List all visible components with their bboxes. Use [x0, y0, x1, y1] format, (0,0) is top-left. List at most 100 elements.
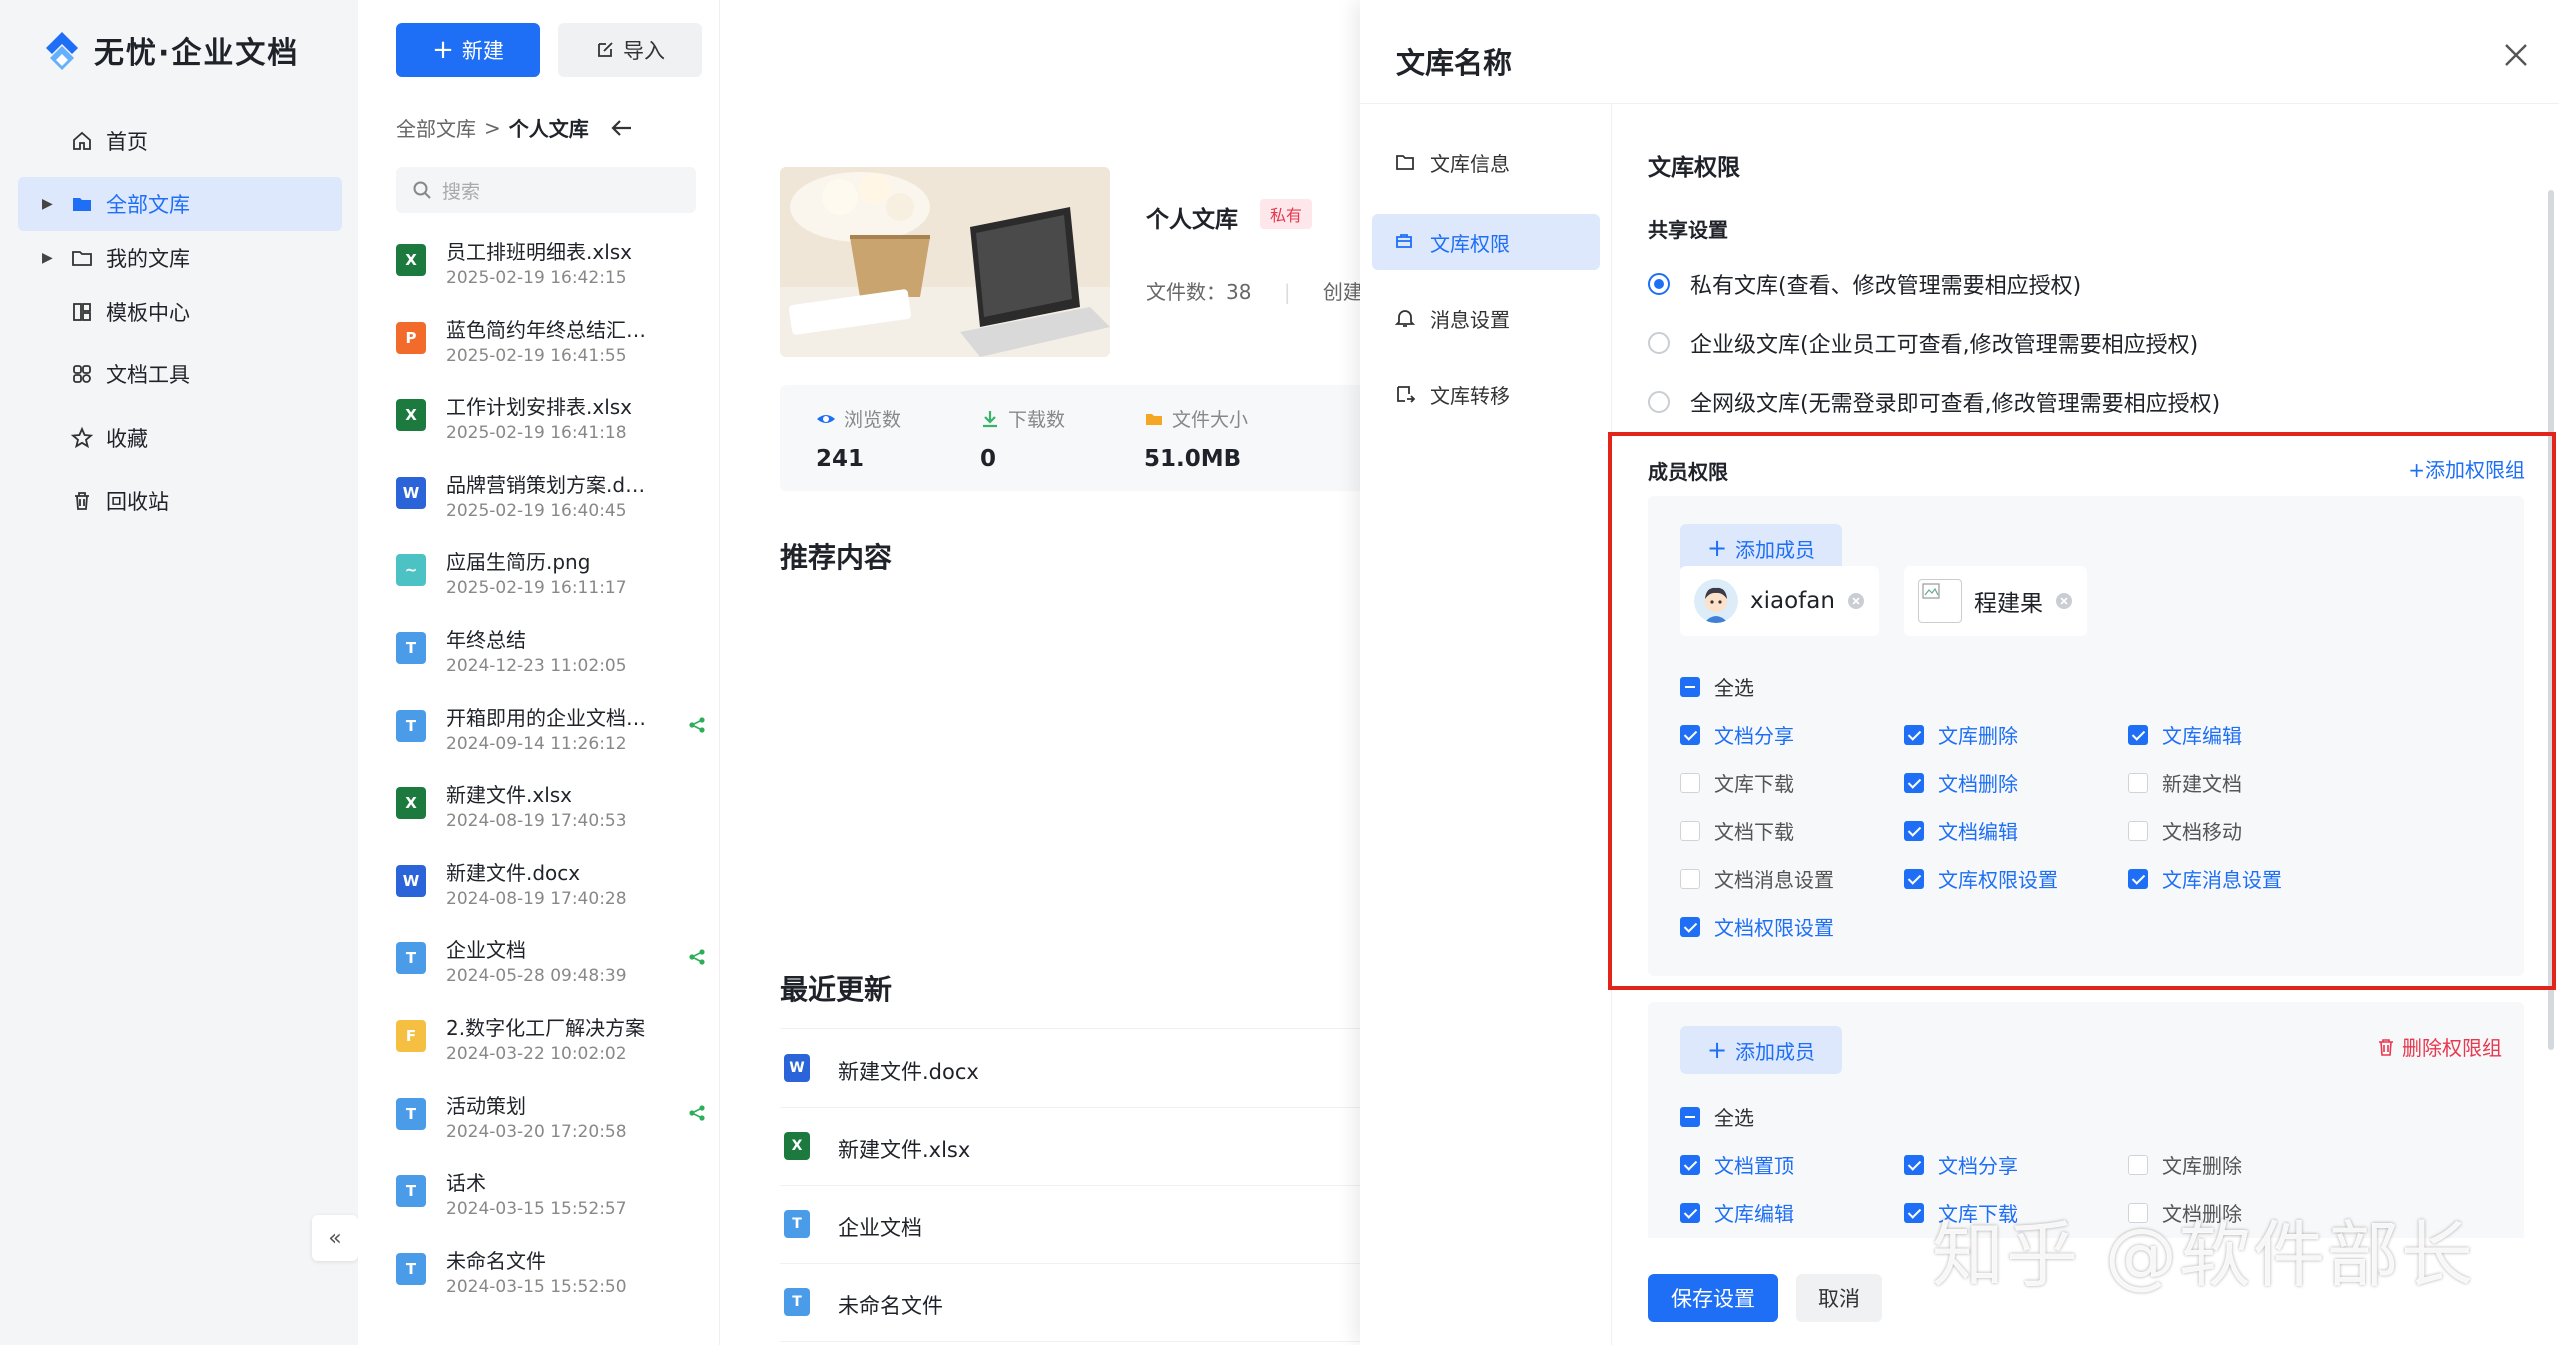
stat-label: 浏览数	[844, 409, 902, 431]
caret-right-icon[interactable]: ▶	[42, 196, 53, 212]
new-button[interactable]: + 新建	[396, 23, 540, 77]
file-list-item[interactable]: W 品牌营销策划方案.docx 2025-02-19 16:40:45	[396, 465, 696, 537]
checkbox-box[interactable]	[2128, 868, 2148, 889]
app-logo[interactable]: 无忧·企业文档	[40, 28, 299, 72]
collapse-sidebar-button[interactable]: «	[312, 1215, 358, 1261]
checkbox-box[interactable]	[1904, 724, 1924, 745]
menu-library-permission[interactable]: 文库权限	[1372, 214, 1600, 270]
radio-dot[interactable]	[1648, 273, 1670, 295]
remove-member-icon[interactable]	[2055, 592, 2073, 610]
checkbox-box[interactable]	[1904, 1154, 1924, 1175]
import-button[interactable]: 导入	[558, 23, 702, 77]
close-icon[interactable]	[2501, 40, 2531, 70]
select-all-checkbox[interactable]: 全选	[1680, 672, 1754, 701]
watermark: 知乎 @软件部长	[1932, 1213, 2475, 1297]
breadcrumb-root[interactable]: 全部文库	[396, 113, 476, 142]
cancel-button[interactable]: 取消	[1796, 1274, 1882, 1322]
permission-checkbox[interactable]: 文档编辑	[1904, 816, 2018, 845]
checkbox-box[interactable]	[1904, 772, 1924, 793]
nav-item-home[interactable]: 首页	[18, 114, 342, 168]
nav-item-templates[interactable]: 模板中心	[18, 285, 342, 339]
file-list-item[interactable]: P 蓝色简约年终总结汇报.pptx 2025-02-19 16:41:55	[396, 310, 696, 382]
file-list-item[interactable]: W 新建文件.docx 2024-08-19 17:40:28	[396, 853, 696, 925]
nav-item-all-libraries[interactable]: ▶ 全部文库	[18, 177, 342, 231]
share-icon[interactable]	[688, 716, 706, 734]
add-member-button[interactable]: + 添加成员	[1680, 1026, 1842, 1074]
file-list-item[interactable]: ~ 应届生简历.png 2025-02-19 16:11:17	[396, 542, 696, 614]
permission-checkbox[interactable]: 文库消息设置	[2128, 864, 2282, 893]
checkbox-box[interactable]	[1680, 916, 1700, 937]
caret-right-icon[interactable]: ▶	[42, 250, 53, 266]
checkbox-box[interactable]	[2128, 772, 2148, 793]
file-list-item[interactable]: X 工作计划安排表.xlsx 2025-02-19 16:41:18	[396, 387, 696, 459]
file-list-item[interactable]: T 开箱即用的企业文档管理系统 2024-09-14 11:26:12	[396, 698, 705, 770]
share-icon[interactable]	[688, 948, 706, 966]
menu-library-info[interactable]: 文库信息	[1372, 134, 1600, 190]
radio-private-library[interactable]: 私有文库(查看、修改管理需要相应授权)	[1648, 268, 2081, 300]
file-list-item[interactable]: X 员工排班明细表.xlsx 2025-02-19 16:42:15	[396, 232, 696, 304]
permission-checkbox[interactable]: 文档置顶	[1680, 1150, 1794, 1179]
file-list-item[interactable]: T 未命名文件 2024-03-15 15:52:50	[396, 1241, 696, 1313]
menu-library-transfer[interactable]: 文库转移	[1372, 366, 1600, 422]
checkbox-box[interactable]	[1904, 820, 1924, 841]
search-input[interactable]: 搜索	[396, 167, 696, 213]
file-list-item[interactable]: X 新建文件.xlsx 2024-08-19 17:40:53	[396, 775, 696, 847]
file-list-item[interactable]: F 2.数字化工厂解决方案 2024-03-22 10:02:02	[396, 1008, 696, 1080]
permission-checkbox[interactable]: 文库删除	[1904, 720, 2018, 749]
file-list-item[interactable]: T 年终总结 2024-12-23 11:02:05	[396, 620, 696, 692]
checkbox-box[interactable]	[1680, 1106, 1700, 1127]
nav-item-recycle-bin[interactable]: 回收站	[18, 474, 342, 528]
checkbox-box[interactable]	[1680, 868, 1700, 889]
menu-message-settings[interactable]: 消息设置	[1372, 290, 1600, 346]
checkbox-box[interactable]	[2128, 724, 2148, 745]
save-settings-button[interactable]: 保存设置	[1648, 1274, 1778, 1322]
checkbox-box[interactable]	[2128, 820, 2148, 841]
file-list-item[interactable]: T 话术 2024-03-15 15:52:57	[396, 1163, 696, 1235]
permission-checkbox[interactable]: 文档删除	[1904, 768, 2018, 797]
checkbox-box[interactable]	[1680, 1202, 1700, 1223]
remove-member-icon[interactable]	[1847, 592, 1865, 610]
permission-checkbox[interactable]: 文档权限设置	[1680, 912, 1834, 941]
radio-dot[interactable]	[1648, 332, 1670, 354]
file-list-item[interactable]: T 企业文档 2024-05-28 09:48:39	[396, 930, 705, 1002]
permission-checkbox[interactable]: 文库下载	[1680, 768, 1794, 797]
radio-dot[interactable]	[1648, 391, 1670, 413]
permission-checkbox[interactable]: 文档移动	[2128, 816, 2242, 845]
file-list-item[interactable]: T 活动策划 2024-03-20 17:20:58	[396, 1086, 705, 1158]
checkbox-box[interactable]	[1680, 772, 1700, 793]
recent-item[interactable]: X 新建文件.xlsx	[780, 1108, 1360, 1186]
library-title: 个人文库	[1146, 207, 1238, 233]
share-icon[interactable]	[688, 1104, 706, 1122]
permission-checkbox[interactable]: 文库删除	[2128, 1150, 2242, 1179]
permission-checkbox[interactable]: 文档消息设置	[1680, 864, 1834, 893]
checkbox-box[interactable]	[1680, 724, 1700, 745]
nav-item-my-libraries[interactable]: ▶ 我的文库	[18, 231, 342, 285]
radio-public-library[interactable]: 全网级文库(无需登录即可查看,修改管理需要相应授权)	[1648, 386, 2220, 418]
drawer-scrollbar[interactable]	[2548, 190, 2554, 1050]
add-permission-group-button[interactable]: +添加权限组	[2408, 454, 2525, 483]
back-arrow-icon[interactable]	[611, 119, 633, 137]
recent-item[interactable]: T 企业文档	[780, 1186, 1360, 1264]
radio-enterprise-library[interactable]: 企业级文库(企业员工可查看,修改管理需要相应授权)	[1648, 327, 2198, 359]
checkbox-label: 文档删除	[1938, 772, 2018, 796]
permission-checkbox[interactable]: 文档下载	[1680, 816, 1794, 845]
add-member-button[interactable]: + 添加成员	[1680, 524, 1842, 572]
checkbox-box[interactable]	[2128, 1154, 2148, 1175]
permission-checkbox[interactable]: 文档分享	[1680, 720, 1794, 749]
permission-checkbox[interactable]: 文库编辑	[1680, 1198, 1794, 1227]
checkbox-box[interactable]	[1680, 820, 1700, 841]
checkbox-box[interactable]	[1904, 868, 1924, 889]
checkbox-box[interactable]	[1680, 676, 1700, 697]
permission-checkbox[interactable]: 文库权限设置	[1904, 864, 2058, 893]
checkbox-box[interactable]	[1680, 1154, 1700, 1175]
delete-permission-group-button[interactable]: 删除权限组	[2376, 1032, 2502, 1061]
recent-item[interactable]: W 新建文件.docx	[780, 1030, 1360, 1108]
nav-item-doc-tools[interactable]: 文档工具	[18, 347, 342, 401]
recent-item[interactable]: T 未命名文件	[780, 1264, 1360, 1342]
select-all-checkbox[interactable]: 全选	[1680, 1102, 1754, 1131]
checkbox-box[interactable]	[1904, 1202, 1924, 1223]
permission-checkbox[interactable]: 新建文档	[2128, 768, 2242, 797]
nav-item-favorites[interactable]: 收藏	[18, 411, 342, 465]
permission-checkbox[interactable]: 文档分享	[1904, 1150, 2018, 1179]
permission-checkbox[interactable]: 文库编辑	[2128, 720, 2242, 749]
